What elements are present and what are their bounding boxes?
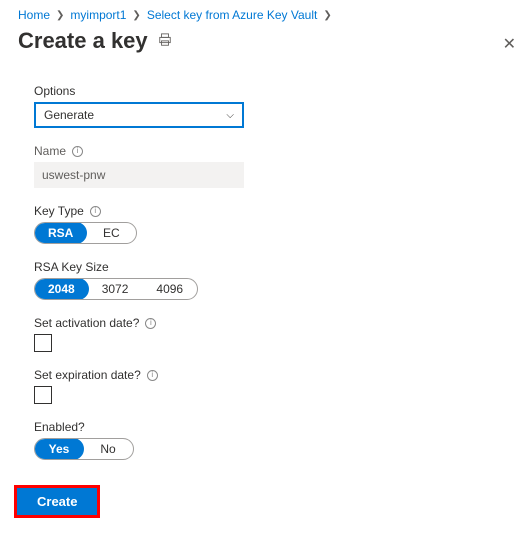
chevron-down-icon: ⌵ [226, 110, 234, 121]
chevron-right-icon: ❯ [132, 10, 140, 21]
info-icon[interactable]: i [90, 206, 101, 217]
options-label: Options [34, 84, 75, 98]
rsasize-3072[interactable]: 3072 [88, 279, 143, 299]
enabled-label: Enabled? [34, 420, 85, 434]
close-icon[interactable]: ✕ [503, 34, 516, 54]
page-title: Create a key [18, 28, 148, 54]
chevron-right-icon: ❯ [323, 10, 331, 21]
keytype-toggle: RSA EC [34, 222, 137, 244]
info-icon[interactable]: i [145, 318, 156, 329]
options-value: Generate [44, 108, 94, 122]
info-icon[interactable]: i [147, 370, 158, 381]
activation-label: Set activation date? [34, 316, 139, 330]
expiration-checkbox[interactable] [34, 386, 52, 404]
breadcrumb: Home ❯ myimport1 ❯ Select key from Azure… [10, 8, 516, 22]
keytype-label: Key Type [34, 204, 84, 218]
rsasize-toggle: 2048 3072 4096 [34, 278, 198, 300]
keytype-rsa[interactable]: RSA [34, 222, 87, 244]
activation-checkbox[interactable] [34, 334, 52, 352]
info-icon[interactable]: i [72, 146, 83, 157]
rsasize-4096[interactable]: 4096 [142, 279, 197, 299]
rsasize-2048[interactable]: 2048 [34, 278, 89, 300]
chevron-right-icon: ❯ [56, 10, 64, 21]
breadcrumb-myimport1[interactable]: myimport1 [70, 8, 126, 22]
create-button[interactable]: Create [17, 488, 97, 515]
options-select[interactable]: Generate ⌵ [34, 102, 244, 128]
breadcrumb-home[interactable]: Home [18, 8, 50, 22]
create-button-highlight: Create [14, 485, 100, 518]
enabled-yes[interactable]: Yes [34, 438, 84, 460]
keytype-ec[interactable]: EC [86, 223, 136, 243]
enabled-toggle: Yes No [34, 438, 134, 460]
print-icon[interactable] [158, 33, 172, 50]
rsasize-label: RSA Key Size [34, 260, 109, 274]
expiration-label: Set expiration date? [34, 368, 141, 382]
name-input[interactable] [34, 162, 244, 188]
name-label: Name [34, 144, 66, 158]
enabled-no[interactable]: No [83, 439, 133, 459]
breadcrumb-select-key[interactable]: Select key from Azure Key Vault [147, 8, 318, 22]
